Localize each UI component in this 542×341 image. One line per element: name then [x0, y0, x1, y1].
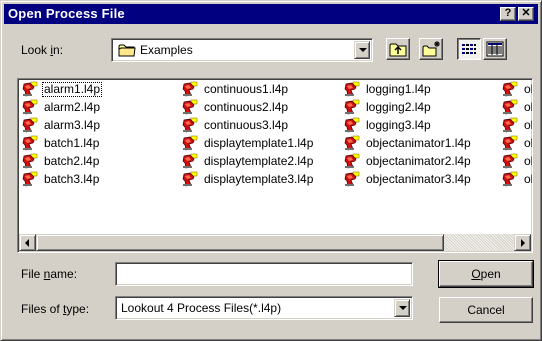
close-button[interactable]: ✕: [518, 7, 534, 21]
file-name: logging3.l4p: [366, 118, 431, 132]
file-name: displaytemplate1.l4p: [204, 136, 314, 150]
process-file-icon: [344, 117, 360, 133]
process-file-icon: [344, 171, 360, 187]
list-view-icon: [462, 44, 476, 54]
scrollbar-thumb[interactable]: [36, 234, 444, 251]
new-folder-button[interactable]: [419, 38, 443, 60]
list-view-button[interactable]: [457, 38, 481, 60]
process-file-icon: [502, 117, 518, 133]
arrow-right-icon: [521, 239, 525, 247]
up-one-level-icon: [389, 43, 407, 57]
file-name-input[interactable]: [115, 262, 413, 286]
look-in-dropdown-button[interactable]: [354, 41, 370, 59]
files-of-type-label: Files of type:: [21, 302, 90, 316]
file-name: ob: [524, 118, 532, 132]
process-file-icon: [502, 99, 518, 115]
process-file-icon: [22, 135, 38, 151]
title-bar[interactable]: Open Process File ? ✕: [4, 4, 538, 24]
folder-icon: [118, 44, 136, 57]
process-file-icon: [502, 171, 518, 187]
files-of-type-combo[interactable]: Lookout 4 Process Files(*.l4p): [115, 296, 413, 320]
file-name: displaytemplate2.l4p: [204, 154, 314, 168]
scroll-right-button[interactable]: [514, 234, 531, 251]
process-file-icon: [22, 117, 38, 133]
process-file-icon: [182, 171, 198, 187]
process-file-icon: [22, 153, 38, 169]
chevron-down-icon: [359, 48, 367, 52]
look-in-combo[interactable]: Examples: [111, 38, 373, 62]
file-name: objectanimator3.l4p: [366, 172, 471, 186]
process-file-icon: [22, 99, 38, 115]
chevron-down-icon: [399, 306, 407, 310]
files-of-type-dropdown-button[interactable]: [394, 299, 410, 317]
process-file-icon: [182, 135, 198, 151]
file-name: batch3.l4p: [44, 172, 100, 186]
up-one-level-button[interactable]: [386, 38, 410, 60]
file-name: batch2.l4p: [44, 154, 100, 168]
file-name: continuous1.l4p: [204, 82, 289, 96]
open-process-file-dialog: Open Process File ? ✕ Look in: Examples: [0, 0, 542, 341]
process-file-icon: [22, 171, 38, 187]
file-name: alarm3.l4p: [44, 118, 101, 132]
process-file-icon: [182, 117, 198, 133]
arrow-left-icon: [25, 239, 29, 247]
process-file-icon: [502, 135, 518, 151]
new-folder-icon: [422, 41, 440, 57]
process-file-icon: [344, 99, 360, 115]
file-name: objectanimator1.l4p: [366, 136, 471, 150]
file-name: ob: [524, 136, 532, 150]
process-file-icon: [502, 153, 518, 169]
file-name: alarm2.l4p: [44, 100, 101, 114]
file-name: continuous3.l4p: [204, 118, 289, 132]
process-file-icon: [502, 81, 518, 97]
file-name: logging1.l4p: [366, 82, 431, 96]
file-name: ob: [524, 172, 532, 186]
file-list[interactable]: alarm1.l4p alarm2.l4p alarm3.l4p batch1.l4p…: [17, 78, 533, 253]
dialog-title: Open Process File: [8, 6, 125, 21]
file-name: ob: [524, 154, 532, 168]
scroll-left-button[interactable]: [19, 234, 36, 251]
process-file-icon: [344, 81, 360, 97]
process-file-icon: [182, 81, 198, 97]
file-name: alarm1.l4p: [41, 82, 103, 97]
process-file-icon: [182, 99, 198, 115]
process-file-icon: [344, 153, 360, 169]
file-name: logging2.l4p: [366, 100, 431, 114]
process-file-icon: [344, 135, 360, 151]
file-name-label: File name:: [21, 267, 78, 281]
process-file-icon: [182, 153, 198, 169]
file-name: displaytemplate3.l4p: [204, 172, 314, 186]
horizontal-scrollbar[interactable]: [19, 234, 531, 251]
process-file-icon: [22, 81, 38, 97]
details-view-button[interactable]: [483, 38, 507, 60]
details-view-icon: [486, 41, 504, 57]
file-name: continuous2.l4p: [204, 100, 289, 114]
file-name: ob: [524, 82, 532, 96]
look-in-value: Examples: [140, 43, 193, 57]
file-name: batch1.l4p: [44, 136, 100, 150]
file-name: ob: [524, 100, 532, 114]
cancel-button[interactable]: Cancel: [439, 297, 533, 323]
files-of-type-value: Lookout 4 Process Files(*.l4p): [121, 301, 282, 315]
file-name: objectanimator2.l4p: [366, 154, 471, 168]
help-button[interactable]: ?: [500, 7, 516, 21]
open-button[interactable]: Open: [438, 260, 534, 288]
look-in-label: Look in:: [21, 43, 64, 57]
